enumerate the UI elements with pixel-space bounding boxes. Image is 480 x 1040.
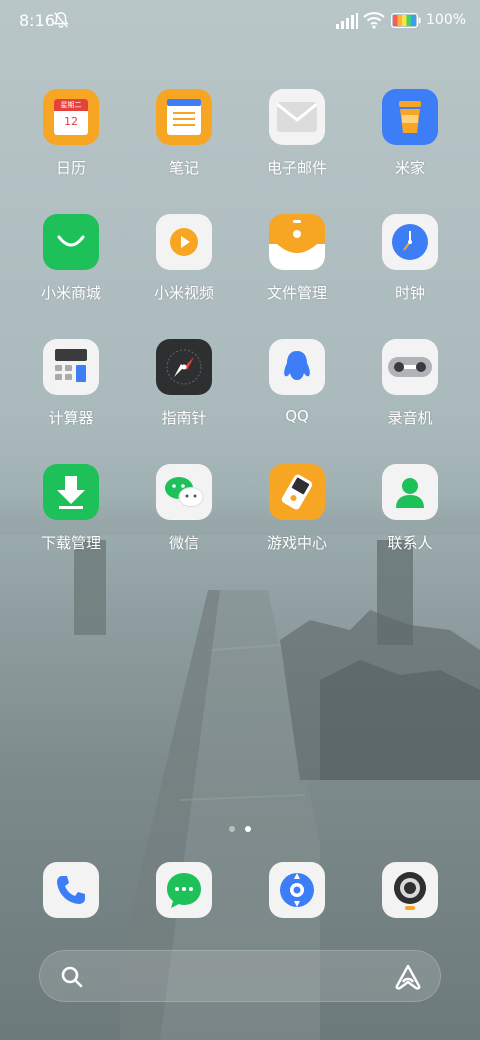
page-dot-1[interactable] [229, 826, 235, 832]
dock-messages[interactable] [156, 862, 212, 918]
mi-store-icon [43, 214, 99, 270]
search-icon[interactable] [60, 965, 84, 989]
compass-icon [156, 339, 212, 395]
game-center-icon [269, 464, 325, 520]
app-label: 小米视频 [153, 284, 214, 302]
app-label: 录音机 [387, 409, 433, 427]
notes-icon [156, 89, 212, 145]
status-bar: 8:16 100% [0, 0, 480, 42]
battery-percent: 100% [426, 12, 467, 28]
app-compass[interactable]: 指南针 [134, 339, 234, 428]
app-label: 微信 [168, 534, 199, 552]
app-label: 电子邮件 [266, 159, 327, 177]
app-mi-store[interactable]: 小米商城 [21, 214, 121, 303]
page-dot-2[interactable] [245, 826, 251, 832]
app-contacts[interactable]: 联系人 [360, 464, 460, 553]
app-label: 日历 [55, 159, 86, 177]
app-label: 文件管理 [266, 284, 327, 302]
app-label: 游戏中心 [266, 534, 327, 552]
calendar-day: 12 [64, 115, 78, 128]
app-wechat[interactable]: 微信 [134, 464, 234, 553]
battery-icon [391, 13, 421, 28]
calendar-weekday: 星期二 [54, 99, 88, 111]
contacts-icon [382, 464, 438, 520]
app-label: 时钟 [394, 284, 425, 302]
file-manager-icon [269, 214, 325, 270]
app-label: 指南针 [161, 409, 207, 427]
calendar-icon: 星期二 12 [43, 89, 99, 145]
download-manager-icon [43, 464, 99, 520]
app-label: 计算器 [48, 409, 94, 427]
recorder-icon [382, 339, 438, 395]
phone-icon [57, 876, 85, 904]
dock-phone[interactable] [43, 862, 99, 918]
app-clock[interactable]: 时钟 [360, 214, 460, 303]
app-label: 笔记 [168, 159, 199, 177]
app-label: QQ [285, 407, 309, 425]
dock-camera[interactable] [382, 862, 438, 918]
app-label: 下载管理 [40, 534, 101, 552]
app-label: 米家 [394, 159, 425, 177]
app-game-center[interactable]: 游戏中心 [247, 464, 347, 553]
bell-off-icon [53, 12, 69, 28]
app-file-manager[interactable]: 文件管理 [247, 214, 347, 303]
calculator-icon [43, 339, 99, 395]
app-notes[interactable]: 笔记 [134, 89, 234, 178]
app-qq[interactable]: QQ [247, 339, 347, 425]
messages-icon [167, 873, 201, 908]
app-mi-video[interactable]: 小米视频 [134, 214, 234, 303]
browser-icon [280, 873, 314, 907]
search-bar[interactable] [39, 950, 441, 1002]
status-time: 8:16 [19, 11, 55, 30]
app-download-manager[interactable]: 下载管理 [21, 464, 121, 553]
signal-icon [336, 13, 358, 29]
app-calculator[interactable]: 计算器 [21, 339, 121, 428]
clock-icon [382, 214, 438, 270]
app-recorder[interactable]: 录音机 [360, 339, 460, 428]
camera-icon [394, 872, 426, 910]
app-email[interactable]: 电子邮件 [247, 89, 347, 178]
mail-icon [269, 89, 325, 145]
xiaoai-icon[interactable] [394, 964, 422, 990]
dock-browser[interactable] [269, 862, 325, 918]
wechat-icon [156, 464, 212, 520]
app-label: 联系人 [387, 534, 433, 552]
qq-icon [269, 339, 325, 395]
wifi-icon [363, 12, 385, 29]
mijia-icon [382, 89, 438, 145]
app-label: 小米商城 [40, 284, 101, 302]
app-calendar[interactable]: 星期二 12 日历 [21, 89, 121, 178]
app-mijia[interactable]: 米家 [360, 89, 460, 178]
mi-video-icon [156, 214, 212, 270]
